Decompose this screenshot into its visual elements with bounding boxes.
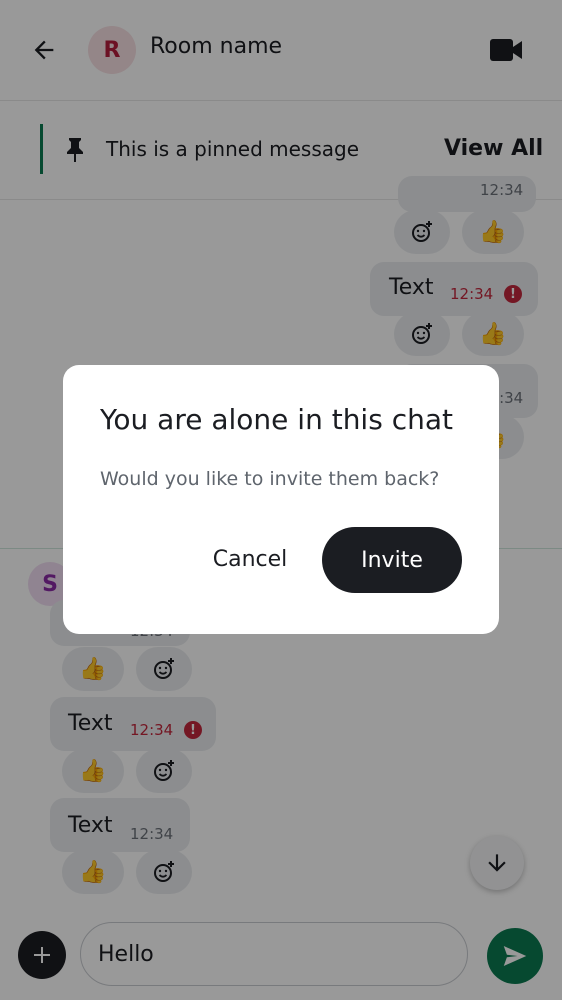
dialog-title: You are alone in this chat (100, 403, 453, 436)
dialog-subtitle: Would you like to invite them back? (100, 468, 440, 490)
invite-button[interactable]: Invite (322, 527, 462, 593)
cancel-button[interactable]: Cancel (196, 528, 304, 590)
